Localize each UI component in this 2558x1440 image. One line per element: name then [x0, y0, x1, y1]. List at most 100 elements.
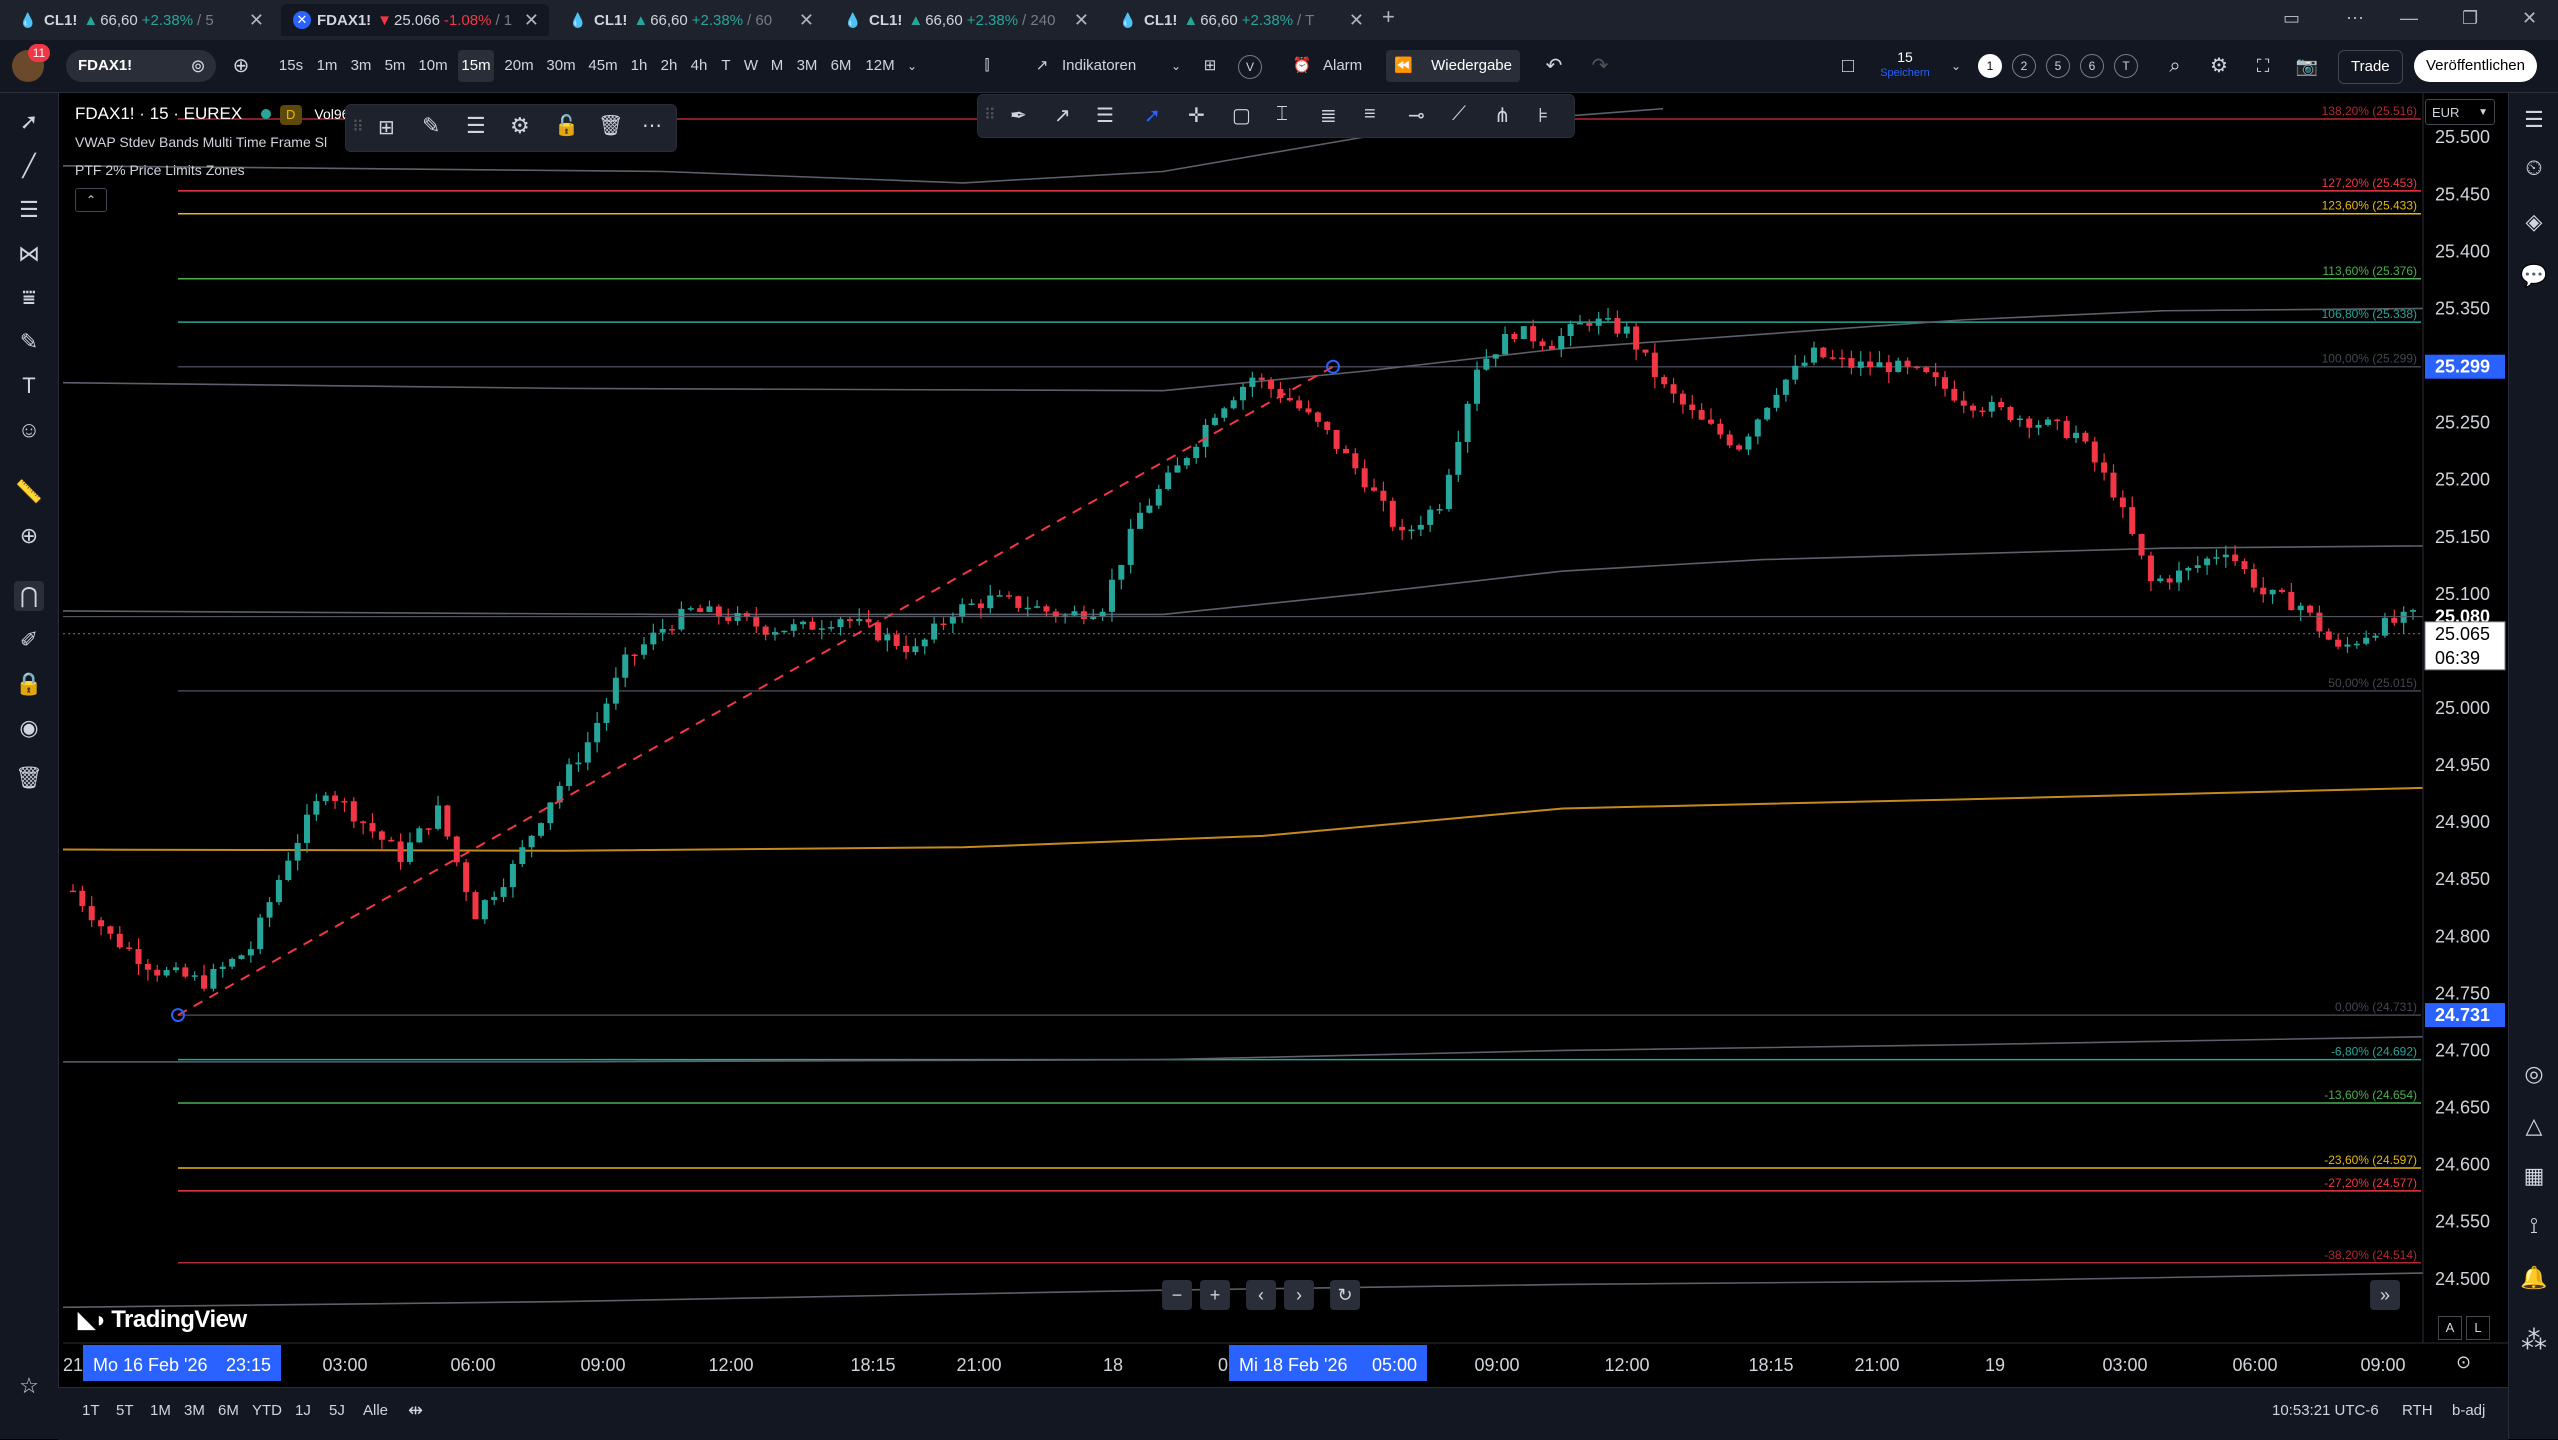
chart-tab[interactable]: 💧 CL1! ▲ 66,60 +2.38%/ 60 ✕: [556, 4, 824, 36]
layout-6[interactable]: 6: [2080, 54, 2104, 78]
settings-icon[interactable]: ⚙: [2206, 50, 2232, 82]
legend-symbol[interactable]: FDAX1! · 15 · EUREX: [75, 104, 242, 123]
target-icon[interactable]: ◎: [2519, 1059, 2549, 1089]
clock[interactable]: 10:53:21 UTC-6: [2272, 1402, 2379, 1419]
indicators-button[interactable]: Indikatoren: [1062, 50, 1136, 82]
trade-button[interactable]: Trade: [2338, 50, 2403, 84]
emoji-icon[interactable]: ☺: [14, 415, 44, 445]
close-tab-icon[interactable]: ✕: [249, 10, 264, 31]
fib-extension-icon[interactable]: ≡: [1364, 103, 1376, 126]
stay-drawing-icon[interactable]: ✐: [14, 625, 44, 655]
more-icon[interactable]: ⋯: [2346, 8, 2364, 29]
price-range-icon[interactable]: ⌶: [1276, 103, 1288, 126]
range-1J[interactable]: 1J: [295, 1402, 311, 1419]
chevron-down-icon[interactable]: ⌄: [1168, 50, 1184, 82]
trash-icon[interactable]: 🗑: [14, 763, 44, 793]
publish-button[interactable]: Veröffentlichen: [2414, 50, 2537, 82]
session-toggle[interactable]: RTH: [2402, 1402, 2433, 1419]
chart-tab[interactable]: 💧 CL1! ▲ 66,60 +2.38% / T ✕: [1106, 4, 1374, 36]
lock-icon[interactable]: 🔒: [14, 669, 44, 699]
interval-T[interactable]: T: [718, 50, 734, 82]
streams-icon[interactable]: ⟟: [2519, 1211, 2549, 1241]
ray-icon[interactable]: ↗: [1054, 103, 1071, 128]
layout-1[interactable]: 1: [1978, 54, 2002, 78]
brush-icon[interactable]: ✎: [14, 327, 44, 357]
range-1M[interactable]: 1M: [150, 1402, 171, 1419]
drag-handle-icon[interactable]: ⠿: [352, 117, 364, 137]
trend-line-icon[interactable]: ╱: [14, 151, 44, 181]
chart-tab[interactable]: 💧 CL1! ▲ 66,60 +2.38%/ 240 ✕: [831, 4, 1099, 36]
replay-button[interactable]: ⏪ Wiedergabe: [1386, 50, 1520, 82]
price-chart[interactable]: 138,20% (25.516) 127,20% (25.453) 123,60% …: [63, 93, 2508, 1387]
range-YTD[interactable]: YTD: [252, 1402, 282, 1419]
compare-icon[interactable]: ⊚: [185, 50, 211, 82]
alarm-button[interactable]: Alarm: [1323, 50, 1362, 82]
layout-2[interactable]: 2: [2012, 54, 2036, 78]
templates-icon[interactable]: ⊞: [378, 115, 395, 140]
interval-1h[interactable]: 1h: [628, 50, 650, 82]
reset-chart-button[interactable]: ↻: [1330, 1280, 1360, 1310]
alerts-icon[interactable]: ⏲: [2519, 153, 2549, 183]
chart-tab[interactable]: ✕ FDAX1! ▼ 25.066 -1.08%/ 1 ✕: [281, 4, 549, 36]
undo-icon[interactable]: ↶: [1542, 50, 1566, 82]
fib-retracement-icon[interactable]: ☰: [14, 195, 44, 225]
rectangle-icon[interactable]: ▢: [1232, 103, 1251, 128]
legend-indicator-2[interactable]: PTF 2% Price Limits Zones: [75, 156, 349, 184]
pattern-icon[interactable]: ⋈: [14, 239, 44, 269]
horizontal-line-icon[interactable]: ⊸: [1408, 103, 1425, 128]
new-tab-icon[interactable]: +: [1382, 4, 1395, 30]
chevron-down-icon[interactable]: ⌄: [904, 50, 920, 82]
interval-15m[interactable]: 15m: [458, 50, 494, 82]
interval-4h[interactable]: 4h: [688, 50, 710, 82]
interval-10m[interactable]: 10m: [416, 50, 450, 82]
pitchfork-icon[interactable]: ⋔: [1494, 103, 1511, 128]
close-tab-icon[interactable]: ✕: [524, 10, 539, 31]
interval-1m[interactable]: 1m: [314, 50, 340, 82]
layout-5[interactable]: 5: [2046, 54, 2070, 78]
chat-icon[interactable]: 💬: [2519, 261, 2549, 291]
zoom-out-button[interactable]: −: [1162, 1280, 1192, 1310]
camera-icon[interactable]: 📷: [2294, 50, 2320, 82]
interval-30m[interactable]: 30m: [544, 50, 578, 82]
range-5T[interactable]: 5T: [116, 1402, 134, 1419]
layout-T[interactable]: T: [2114, 54, 2138, 78]
close-tab-icon[interactable]: ✕: [1349, 10, 1364, 31]
zoom-in-button[interactable]: +: [1200, 1280, 1230, 1310]
range-3M[interactable]: 3M: [184, 1402, 205, 1419]
magnet-icon[interactable]: ⋂: [14, 581, 44, 611]
add-symbol-icon[interactable]: ⊕: [228, 50, 254, 82]
range-6M[interactable]: 6M: [218, 1402, 239, 1419]
fullscreen-icon[interactable]: ⛶: [2250, 50, 2276, 82]
star-icon[interactable]: ☆: [14, 1371, 44, 1401]
text-icon[interactable]: T: [14, 371, 44, 401]
goto-date-icon[interactable]: ⇹: [408, 1400, 423, 1421]
eye-icon[interactable]: ◉: [14, 713, 44, 743]
layers-icon[interactable]: ◈: [2519, 207, 2549, 237]
templates-button[interactable]: V: [1238, 55, 1262, 79]
legend-indicator-1[interactable]: VWAP Stdev Bands Multi Time Frame Sl: [75, 128, 349, 156]
delay-badge[interactable]: D: [279, 105, 302, 125]
interval-M[interactable]: M: [768, 50, 786, 82]
interval-12M[interactable]: 12M: [862, 50, 898, 82]
interval-6M[interactable]: 6M: [828, 50, 854, 82]
avatar[interactable]: 11: [12, 44, 50, 82]
projection-icon[interactable]: ⩸: [14, 283, 44, 313]
trash-icon[interactable]: 🗑: [598, 113, 623, 138]
trend-line-icon[interactable]: ⟋: [1452, 103, 1466, 126]
notifications-icon[interactable]: 🔔: [2519, 1263, 2549, 1293]
currency-select[interactable]: EUR ▼: [2425, 99, 2495, 125]
tradingview-logo[interactable]: ◣◗ TradingView: [78, 1306, 247, 1334]
interval-3m[interactable]: 3m: [348, 50, 374, 82]
cursor-icon[interactable]: ➚: [14, 107, 44, 137]
layout-icon[interactable]: ▭: [2283, 8, 2300, 29]
interval-3M[interactable]: 3M: [794, 50, 820, 82]
auto-scale-button[interactable]: A: [2438, 1316, 2462, 1340]
interval-15s[interactable]: 15s: [276, 50, 306, 82]
layout-select-icon[interactable]: □: [1836, 50, 1860, 82]
ruler-icon[interactable]: 📏: [14, 477, 44, 507]
window-close-icon[interactable]: ✕: [2522, 8, 2537, 29]
save-label[interactable]: Speichern: [1878, 67, 1932, 79]
minimize-icon[interactable]: —: [2400, 8, 2418, 29]
chevron-down-icon[interactable]: ⌄: [1948, 50, 1964, 82]
templates-icon[interactable]: ⊞: [1197, 50, 1223, 82]
